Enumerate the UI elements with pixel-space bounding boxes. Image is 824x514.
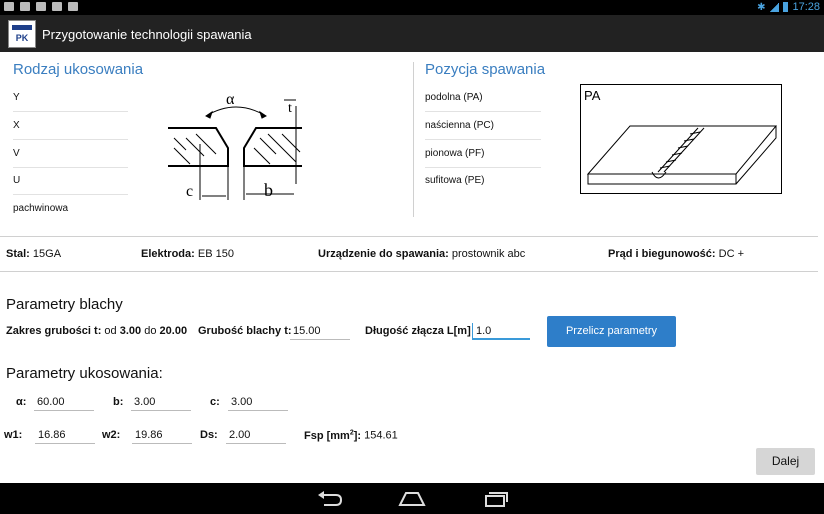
groove-type-title: Rodzaj ukosowania xyxy=(13,61,144,78)
status-bar: ✱ 17:28 xyxy=(0,0,824,15)
groove-item-x[interactable]: X xyxy=(13,112,128,140)
welding-position-image: PA xyxy=(580,84,782,194)
w1-input[interactable]: 16.86 xyxy=(35,427,95,444)
thickness-input[interactable]: 15.00 xyxy=(290,323,350,340)
alpha-label: α xyxy=(226,91,235,108)
electrode-info: Elektroda: EB 150 xyxy=(141,248,234,260)
groove-diagram: α b c t xyxy=(168,91,302,200)
current-info: Prąd i biegunowość: DC + xyxy=(608,248,745,260)
position-item-pe[interactable]: sufitowa (PE) xyxy=(425,167,541,194)
length-label: Długość złącza L[m] xyxy=(365,325,471,337)
sheet-params-title: Parametry blachy xyxy=(6,296,123,313)
groove-item-u[interactable]: U xyxy=(13,167,128,195)
bluetooth-icon: ✱ xyxy=(757,1,766,13)
alpha-input[interactable]: 60.00 xyxy=(34,394,94,411)
back-icon[interactable] xyxy=(316,489,344,507)
position-item-pc[interactable]: naścienna (PC) xyxy=(425,112,541,140)
position-item-pf[interactable]: pionowa (PF) xyxy=(425,140,541,168)
next-button[interactable]: Dalej xyxy=(756,448,815,475)
position-image-label: PA xyxy=(584,88,601,103)
message-icon xyxy=(4,2,14,11)
w1-param-label: w1: xyxy=(4,429,23,441)
groove-item-pachwinowa[interactable]: pachwinowa xyxy=(13,195,128,222)
gallery-icon xyxy=(36,2,46,11)
recent-apps-icon[interactable] xyxy=(482,489,510,507)
alpha-param-label: α: xyxy=(16,396,27,408)
download-icon xyxy=(52,2,62,11)
action-bar: PK Przygotowanie technologii spawania xyxy=(0,15,824,52)
navigation-bar xyxy=(0,483,824,514)
home-icon[interactable] xyxy=(398,489,426,507)
b-label: b xyxy=(264,180,273,200)
notification-icons xyxy=(4,2,78,11)
bevel-params-title: Parametry ukosowania: xyxy=(6,365,163,382)
groove-item-v[interactable]: V xyxy=(13,140,128,168)
system-icons: ✱ 17:28 xyxy=(757,1,820,13)
ds-input[interactable]: 2.00 xyxy=(226,427,286,444)
thickness-range: Zakres grubości t: od 3.00 do 20.00 xyxy=(6,325,188,337)
w2-input[interactable]: 19.86 xyxy=(132,427,192,444)
ds-param-label: Ds: xyxy=(200,429,218,441)
welding-position-title: Pozycja spawania xyxy=(425,61,546,78)
clock: 17:28 xyxy=(792,1,820,13)
c-label: c xyxy=(186,183,193,200)
thickness-label: Grubość blachy t: xyxy=(198,325,292,337)
image-icon xyxy=(20,2,30,11)
recalculate-button[interactable]: Przelicz parametry xyxy=(547,316,676,347)
divider-bottom xyxy=(0,271,818,272)
steel-info: Stal: 15GA xyxy=(6,248,62,260)
device-info: Urządzenie do spawania: prostownik abc xyxy=(318,248,526,260)
app-logo: PK xyxy=(8,20,36,48)
groove-item-y[interactable]: Y xyxy=(13,84,128,112)
w2-param-label: w2: xyxy=(102,429,121,441)
bag-icon xyxy=(68,2,78,11)
t-label: t xyxy=(288,101,292,116)
b-param-label: b: xyxy=(113,396,124,408)
c-input[interactable]: 3.00 xyxy=(228,394,288,411)
divider-top xyxy=(0,236,818,237)
length-input[interactable]: 1.0 xyxy=(472,323,530,340)
signal-icon xyxy=(769,2,780,12)
app-title: Przygotowanie technologii spawania xyxy=(42,27,252,42)
section-divider xyxy=(413,62,414,217)
b-input[interactable]: 3.00 xyxy=(131,394,191,411)
c-param-label: c: xyxy=(210,396,220,408)
battery-icon xyxy=(783,2,789,12)
fsp-value: Fsp [mm2]: 154.61 xyxy=(304,429,398,442)
position-item-pa[interactable]: podolna (PA) xyxy=(425,84,541,112)
